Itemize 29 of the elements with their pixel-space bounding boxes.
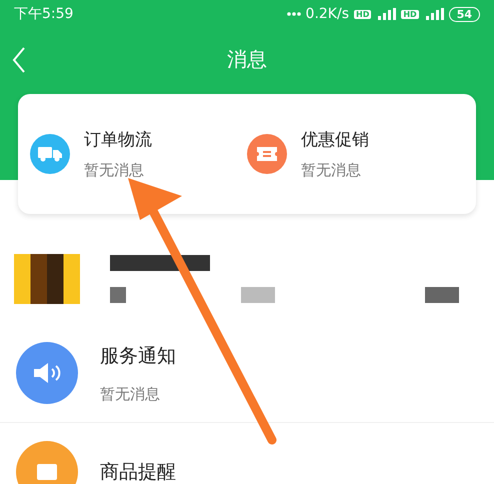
box-icon — [35, 462, 59, 482]
page-title: 消息 — [227, 46, 267, 72]
category-title[interactable]: 优惠促销 — [301, 128, 369, 151]
ticket-icon — [256, 146, 278, 162]
category-status: 暂无消息 — [301, 161, 362, 180]
message-row[interactable]: 商品提醒 — [0, 423, 494, 484]
message-row[interactable]: 服务通知 暂无消息 — [0, 324, 494, 423]
battery-level: 54 — [448, 6, 480, 22]
pixelated-avatar — [14, 254, 80, 304]
status-time: 下午5:59 — [14, 5, 74, 23]
truck-icon — [38, 146, 62, 162]
dots-icon — [286, 12, 301, 16]
category-icon-circle[interactable] — [247, 134, 287, 174]
message-title: 商品提醒 — [100, 460, 176, 484]
signal-icon — [424, 8, 444, 20]
signal-icon — [376, 8, 396, 20]
hd-badge: HD — [401, 10, 419, 18]
category-status: 暂无消息 — [84, 161, 145, 180]
category-icon-circle[interactable] — [30, 134, 70, 174]
category-title[interactable]: 订单物流 — [84, 128, 152, 151]
pixelated-time — [425, 287, 459, 303]
hd-badge: HD — [354, 10, 372, 18]
network-speed: 0.2K/s — [306, 6, 349, 22]
speaker-icon — [32, 362, 62, 384]
pixelated-text — [110, 287, 126, 303]
pixelated-text — [241, 287, 275, 303]
back-icon[interactable] — [12, 47, 26, 73]
message-status: 暂无消息 — [100, 384, 161, 404]
message-title: 服务通知 — [100, 344, 176, 368]
